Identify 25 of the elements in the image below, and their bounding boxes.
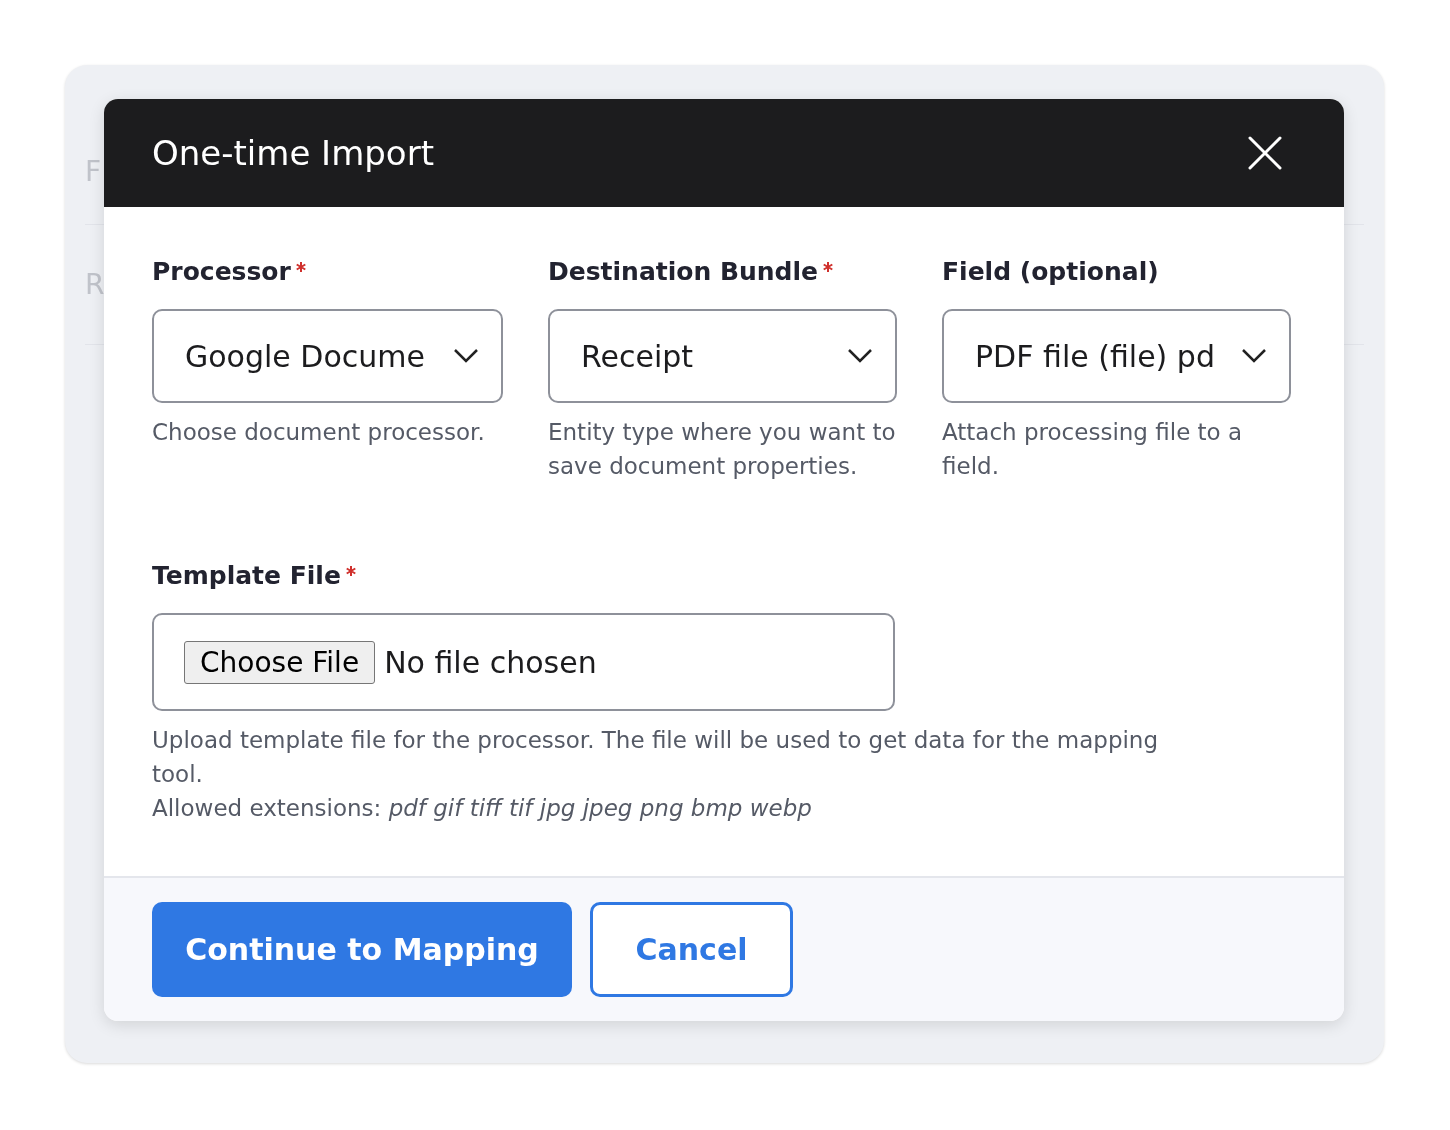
dialog-title: One-time Import — [152, 133, 434, 173]
close-button[interactable] — [1248, 136, 1282, 170]
field-label: Destination Bundle — [548, 257, 819, 286]
choose-file-button[interactable]: Choose File — [184, 640, 376, 684]
field-label: Field (optional) — [942, 257, 1159, 286]
field-description: Choose document processor. — [152, 418, 486, 447]
close-icon — [1248, 136, 1282, 170]
cancel-button[interactable]: Cancel — [590, 902, 793, 997]
chevron-icon — [1241, 348, 1267, 364]
field-description: Entity type where you want to save document properties. — [548, 418, 897, 481]
allowed-extensions: Allowed extensions: pdf gif tiff tif jpg jpeg png bmp webp — [152, 794, 813, 823]
select-field[interactable]: PDF file (file) pd — [942, 309, 1291, 403]
file-status: No file chosen — [384, 644, 597, 680]
chevron-icon — [847, 348, 873, 364]
chevron-icon — [453, 348, 479, 364]
select-field[interactable]: Receipt — [548, 309, 897, 403]
field-label: Processor — [152, 257, 291, 286]
select-field[interactable]: Google Docume — [152, 309, 503, 403]
continue-button[interactable]: Continue to Mapping — [152, 902, 572, 997]
select-value: Receipt — [581, 338, 694, 374]
field-description: Attach processing file to a field. — [942, 418, 1244, 481]
field-description: Upload template file for the processor. The file will be used to get data for the mapping tool. — [152, 726, 1160, 789]
select-value: PDF file (file) pd — [975, 338, 1215, 374]
field-label: Template File — [152, 561, 341, 590]
select-value: Google Docume — [185, 338, 425, 374]
